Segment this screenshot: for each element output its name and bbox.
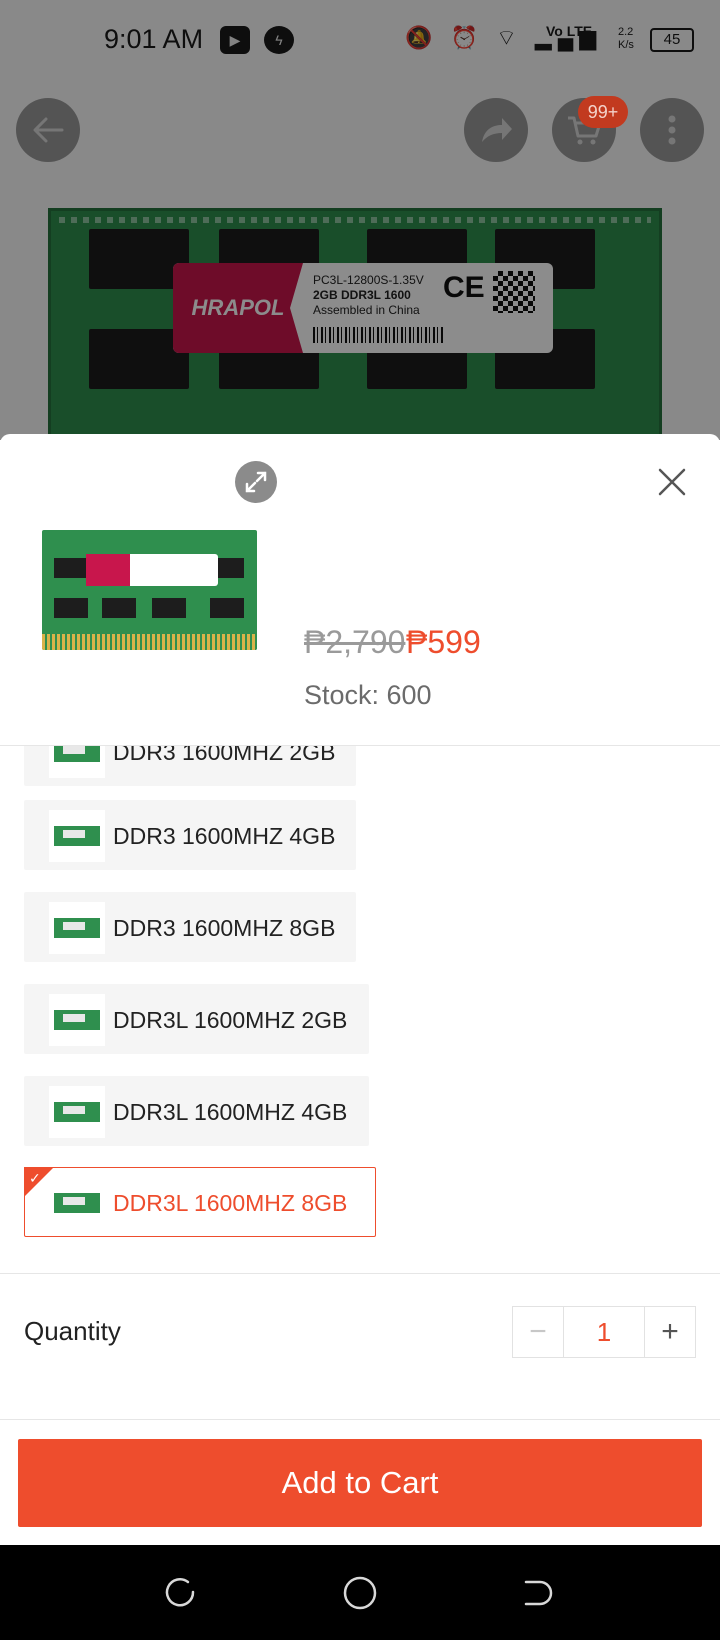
close-icon (658, 468, 686, 496)
variant-thumbnail (49, 810, 105, 862)
variant-thumbnail (49, 994, 105, 1046)
variant-label: DDR3L 1600MHZ 2GB (113, 1007, 348, 1033)
close-sheet-button[interactable] (652, 462, 692, 502)
quantity-label: Quantity (24, 1316, 121, 1346)
home-icon[interactable] (340, 1573, 380, 1613)
selected-variant-thumbnail[interactable] (42, 530, 257, 650)
decrease-button[interactable]: − (513, 1307, 563, 1357)
expand-image-button[interactable] (235, 461, 277, 503)
variant-label: DDR3 1600MHZ 4GB (113, 823, 336, 849)
variant-option[interactable]: DDR3 1600MHZ 4GB (24, 800, 356, 870)
variant-label: DDR3L 1600MHZ 8GB (113, 1190, 348, 1216)
overlay-dim[interactable] (0, 0, 720, 440)
increase-button[interactable]: + (645, 1307, 695, 1357)
variant-option[interactable]: DDR3L 1600MHZ 4GB (24, 1076, 369, 1146)
stock-count: Stock: 600 (304, 680, 432, 710)
back-nav-icon[interactable] (518, 1573, 558, 1613)
variant-label: DDR3L 1600MHZ 4GB (113, 1099, 348, 1125)
quantity-input[interactable]: 1 (563, 1307, 645, 1357)
variant-option[interactable]: DDR3 1600MHZ 8GB (24, 892, 356, 962)
variant-thumbnail (49, 902, 105, 954)
add-to-cart-button[interactable]: Add to Cart (18, 1439, 702, 1527)
sale-price: ₱599 (406, 624, 481, 660)
quantity-stepper[interactable]: − 1 + (512, 1306, 696, 1358)
variant-thumbnail (49, 1177, 105, 1229)
divider (0, 1273, 720, 1274)
cart-badge: 99+ (578, 96, 628, 128)
variant-thumbnail (49, 746, 105, 778)
variant-option[interactable]: DDR3 1600MHZ 2GB (24, 746, 356, 786)
divider (0, 1419, 720, 1420)
original-price: ₱2,790 (304, 624, 406, 660)
variant-thumbnail (49, 1086, 105, 1138)
expand-icon (245, 471, 267, 493)
variant-option[interactable]: DDR3L 1600MHZ 2GB (24, 984, 369, 1054)
variant-option-selected[interactable]: ✓ DDR3L 1600MHZ 8GB (24, 1167, 376, 1237)
recent-apps-icon[interactable] (160, 1573, 200, 1613)
checkmark-icon: ✓ (29, 1170, 41, 1186)
variant-label: DDR3 1600MHZ 2GB (113, 746, 336, 765)
variant-label: DDR3 1600MHZ 8GB (113, 915, 336, 941)
system-nav-bar (0, 1545, 720, 1640)
variant-list[interactable]: DDR3 1600MHZ 2GB DDR3 1600MHZ 4GB DDR3 1… (0, 746, 720, 1274)
